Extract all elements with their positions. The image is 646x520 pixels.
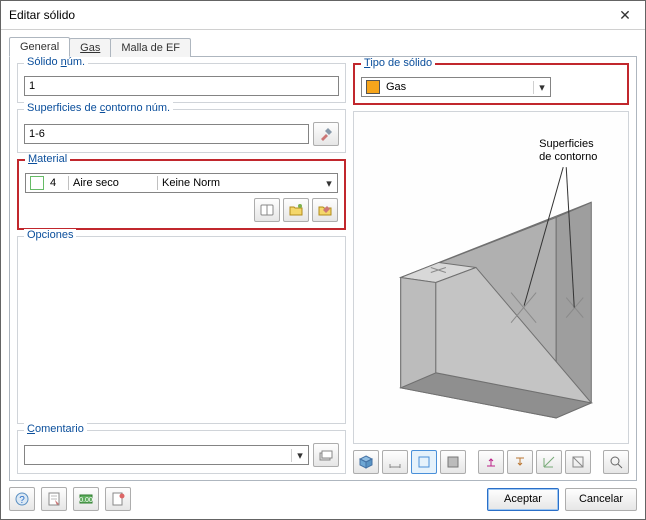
preview-3d: Superficies de contorno <box>353 111 629 444</box>
group-comment: Comentario ▾ <box>17 430 346 474</box>
cube-icon <box>359 455 373 469</box>
book-icon <box>260 204 274 216</box>
solid-type-value: Gas <box>384 81 533 93</box>
titlebar: Editar sólido ✕ <box>1 1 645 30</box>
preview-label-1: Superficies <box>539 138 594 150</box>
group-solid-type-title: Tipo de sólido <box>361 57 435 69</box>
eyedropper-icon <box>319 127 333 141</box>
notes-icon <box>47 492 61 506</box>
shaded-icon <box>446 455 460 469</box>
axis-icon <box>542 455 556 469</box>
close-icon: ✕ <box>619 7 631 24</box>
bottom-bar: ? 0.00 Aceptar Cancelar <box>9 487 637 511</box>
tab-gas[interactable]: Gas <box>69 38 111 57</box>
material-name: Aire seco <box>71 177 155 189</box>
material-library-button[interactable] <box>254 198 280 222</box>
tab-general[interactable]: General <box>9 37 70 57</box>
material-combo[interactable]: 4 Aire seco Keine Norm ▾ <box>25 173 338 193</box>
script-button[interactable] <box>105 487 131 511</box>
view-load-button[interactable] <box>507 450 533 474</box>
chevron-down-icon: ▾ <box>533 81 550 94</box>
tab-general-label: General <box>20 41 59 53</box>
window-title: Editar sólido <box>9 8 75 22</box>
notes-button[interactable] <box>41 487 67 511</box>
group-solid-type: Tipo de sólido Gas ▾ <box>353 63 629 105</box>
stack-icon <box>319 449 333 461</box>
view-wire-button[interactable] <box>411 450 437 474</box>
view-dim-button[interactable] <box>382 450 408 474</box>
wireframe-icon <box>417 455 431 469</box>
chevron-down-icon: ▾ <box>291 449 308 462</box>
svg-text:?: ? <box>19 495 25 506</box>
tab-bar: General Gas Malla de EF <box>9 36 637 57</box>
material-norm: Keine Norm <box>160 177 321 189</box>
material-edit-button[interactable] <box>312 198 338 222</box>
view-local-button[interactable] <box>536 450 562 474</box>
view-iso-button[interactable] <box>353 450 379 474</box>
svg-text:0.00: 0.00 <box>79 497 93 504</box>
help-icon: ? <box>15 492 29 506</box>
chevron-down-icon: ▾ <box>321 177 337 190</box>
comment-library-button[interactable] <box>313 443 339 467</box>
group-options: Opciones <box>17 236 346 424</box>
group-options-title: Opciones <box>24 229 76 241</box>
solid-preview-svg: Superficies de contorno <box>354 112 628 443</box>
client-area: General Gas Malla de EF Sólido núm. S <box>1 30 645 519</box>
support-icon <box>484 455 498 469</box>
view-section-button[interactable] <box>565 450 591 474</box>
tab-mesh-label: Malla de EF <box>121 42 180 54</box>
pick-surfaces-button[interactable] <box>313 122 339 146</box>
contour-surfaces-input[interactable] <box>24 124 309 144</box>
solid-type-swatch-icon <box>366 80 380 94</box>
group-material: Material 4 Aire seco Keine Norm ▾ <box>17 159 346 230</box>
edit-icon <box>318 204 332 216</box>
script-icon <box>111 492 125 506</box>
view-shade-button[interactable] <box>440 450 466 474</box>
solid-type-combo[interactable]: Gas ▾ <box>361 77 551 97</box>
view-support-button[interactable] <box>478 450 504 474</box>
tab-gas-label: Gas <box>80 42 100 54</box>
group-comment-title: Comentario <box>24 423 87 435</box>
dimension-icon <box>388 455 402 469</box>
tab-page-general: Sólido núm. Superficies de contorno núm. <box>9 56 637 481</box>
solid-number-input[interactable] <box>24 76 339 96</box>
view-zoom-button[interactable] <box>603 450 629 474</box>
material-number: 4 <box>48 177 66 189</box>
load-icon <box>513 455 527 469</box>
material-new-button[interactable] <box>283 198 309 222</box>
group-material-title: Material <box>25 153 70 165</box>
units-icon: 0.00 <box>79 492 93 506</box>
right-column: Tipo de sólido Gas ▾ <box>353 63 629 474</box>
preview-label-2: de contorno <box>539 151 597 163</box>
left-column: Sólido núm. Superficies de contorno núm. <box>17 63 346 474</box>
preview-toolbar <box>353 450 629 474</box>
cancel-button[interactable]: Cancelar <box>565 488 637 511</box>
magnifier-icon <box>609 455 623 469</box>
group-contour-surfaces: Superficies de contorno núm. <box>17 109 346 153</box>
close-button[interactable]: ✕ <box>605 1 645 29</box>
new-folder-icon <box>289 204 303 216</box>
ok-label: Aceptar <box>504 493 542 505</box>
ok-button[interactable]: Aceptar <box>487 488 559 511</box>
cancel-label: Cancelar <box>579 493 623 505</box>
material-swatch-icon <box>30 176 44 190</box>
group-solid-number-title: Sólido núm. <box>24 56 88 68</box>
units-button[interactable]: 0.00 <box>73 487 99 511</box>
dialog-edit-solid: Editar sólido ✕ General Gas Malla de EF … <box>0 0 646 520</box>
tab-mesh[interactable]: Malla de EF <box>110 38 191 57</box>
group-solid-number: Sólido núm. <box>17 63 346 103</box>
section-icon <box>571 455 585 469</box>
help-button[interactable]: ? <box>9 487 35 511</box>
comment-combo[interactable]: ▾ <box>24 445 309 465</box>
group-contour-surfaces-title: Superficies de contorno núm. <box>24 102 173 114</box>
